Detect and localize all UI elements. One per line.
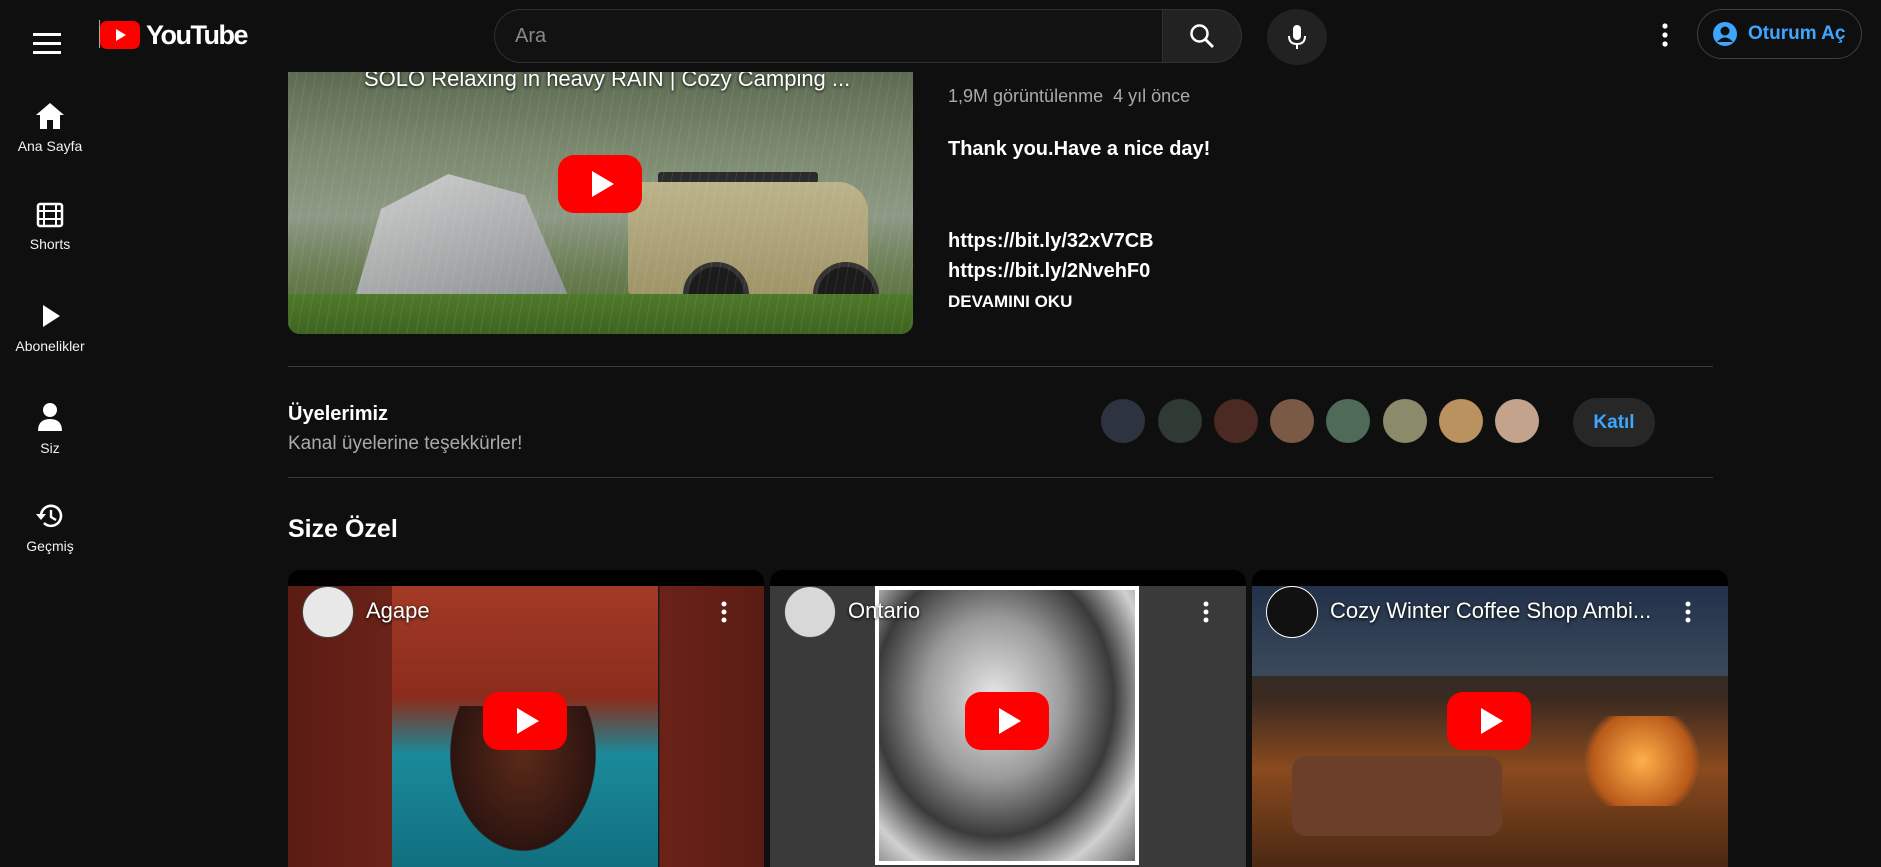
- more-vert-icon: [1685, 601, 1691, 623]
- more-vert-icon: [1662, 23, 1668, 47]
- history-icon: [36, 504, 63, 528]
- section-title: Size Özel: [288, 515, 398, 543]
- member-avatar[interactable]: [1383, 399, 1427, 443]
- sidebar-item-home[interactable]: Ana Sayfa: [0, 102, 100, 154]
- featured-video-thumbnail[interactable]: SOLO Relaxing in heavy RAIN | Cozy Campi…: [288, 72, 913, 334]
- member-avatar[interactable]: [1326, 399, 1370, 443]
- logo-text: YouTube: [146, 19, 248, 50]
- hamburger-icon: [33, 33, 61, 54]
- member-avatar[interactable]: [1214, 399, 1258, 443]
- user-icon: [38, 403, 62, 431]
- join-button[interactable]: Katıl: [1573, 398, 1655, 447]
- play-button-icon[interactable]: [483, 692, 567, 750]
- youtube-logo-icon: [100, 21, 140, 49]
- play-button-icon[interactable]: [1447, 692, 1531, 750]
- sidebar-item-label: Geçmiş: [26, 538, 74, 554]
- sofa-graphic: [1292, 756, 1502, 836]
- microphone-icon: [1288, 25, 1306, 49]
- video-card[interactable]: Ontario: [770, 570, 1246, 867]
- sidebar-item-history[interactable]: Geçmiş: [0, 502, 100, 554]
- member-avatar[interactable]: [1270, 399, 1314, 443]
- channel-avatar[interactable]: [1266, 586, 1318, 638]
- search-button[interactable]: [1162, 9, 1242, 63]
- voice-search-button[interactable]: [1267, 9, 1327, 65]
- more-options-button[interactable]: [714, 598, 734, 626]
- member-avatar[interactable]: [1439, 399, 1483, 443]
- youtube-logo[interactable]: YouTube: [100, 18, 248, 52]
- members-subtitle: Kanal üyelerine teşekkürler!: [288, 433, 523, 454]
- video-title: Cozy Winter Coffee Shop Ambi...: [1330, 598, 1652, 623]
- warm-lights: [1572, 716, 1712, 806]
- sidebar-item-label: Shorts: [29, 236, 71, 252]
- search-input[interactable]: [494, 9, 1162, 63]
- sidebar-item-label: Siz: [40, 440, 60, 456]
- sign-in-button[interactable]: Oturum Aç: [1697, 9, 1862, 59]
- channel-avatar[interactable]: [302, 586, 354, 638]
- members-title: Üyelerimiz: [288, 403, 389, 425]
- sidebar-item-label: Abonelikler: [15, 338, 85, 354]
- shorts-icon: [36, 202, 64, 228]
- description-link[interactable]: https://bit.ly/2NvehF0: [948, 260, 1150, 283]
- sign-in-label: Oturum Aç: [1748, 23, 1846, 44]
- more-options-button[interactable]: [1196, 598, 1216, 626]
- read-more-button[interactable]: DEVAMINI OKU: [948, 292, 1072, 312]
- divider: [288, 366, 1713, 367]
- video-card[interactable]: Agape: [288, 570, 764, 867]
- channel-avatar[interactable]: [784, 586, 836, 638]
- member-avatar[interactable]: [1101, 399, 1145, 443]
- view-count: 1,9M görüntülenme: [948, 86, 1104, 106]
- sidebar-item-label: Ana Sayfa: [17, 138, 83, 154]
- home-icon: [36, 103, 64, 129]
- play-button-icon[interactable]: [558, 155, 642, 213]
- more-vert-icon: [1203, 601, 1209, 623]
- video-title: Agape: [366, 598, 430, 623]
- description-line: Thank you.Have a nice day!: [948, 138, 1211, 160]
- top-bar: YouTube Oturum Aç: [0, 0, 1881, 72]
- video-card[interactable]: Cozy Winter Coffee Shop Ambi...: [1252, 570, 1728, 867]
- search-icon: [1190, 24, 1214, 48]
- member-avatar[interactable]: [1495, 399, 1539, 443]
- member-avatar[interactable]: [1158, 399, 1202, 443]
- sidebar-item-shorts[interactable]: Shorts: [0, 202, 100, 252]
- video-meta: 1,9M görüntülenme 4 yıl önce: [948, 86, 1190, 107]
- description-link[interactable]: https://bit.ly/32xV7CB: [948, 230, 1154, 253]
- settings-menu-button[interactable]: [1650, 14, 1680, 56]
- sidebar-item-you[interactable]: Siz: [0, 402, 100, 456]
- video-title: Ontario: [848, 598, 921, 623]
- play-button-icon[interactable]: [965, 692, 1049, 750]
- subscriptions-icon: [43, 305, 60, 327]
- more-options-button[interactable]: [1678, 598, 1698, 626]
- sidebar-item-subscriptions[interactable]: Abonelikler: [0, 302, 100, 354]
- menu-button[interactable]: [24, 20, 70, 66]
- featured-video-title: SOLO Relaxing in heavy RAIN | Cozy Campi…: [364, 72, 851, 91]
- upload-age: 4 yıl önce: [1113, 86, 1191, 106]
- account-circle-icon: [1713, 22, 1737, 46]
- more-vert-icon: [721, 601, 727, 623]
- divider: [288, 477, 1713, 478]
- search-bar: [494, 9, 1242, 65]
